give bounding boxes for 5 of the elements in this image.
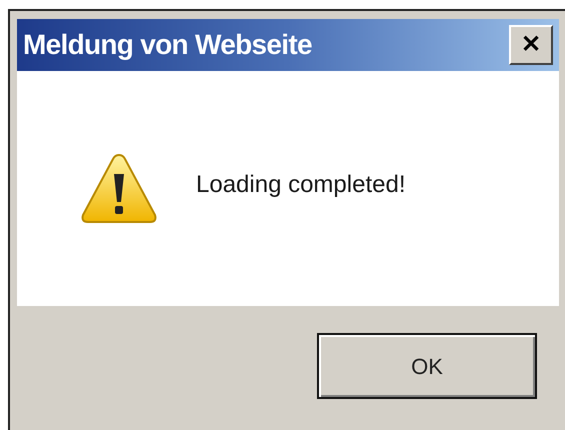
message-text: Loading completed! [196, 170, 406, 200]
ok-button[interactable]: OK [317, 333, 537, 399]
warning-icon [80, 152, 158, 226]
window-title: Meldung von Webseite [23, 28, 312, 62]
close-button[interactable]: ✕ [509, 25, 553, 65]
